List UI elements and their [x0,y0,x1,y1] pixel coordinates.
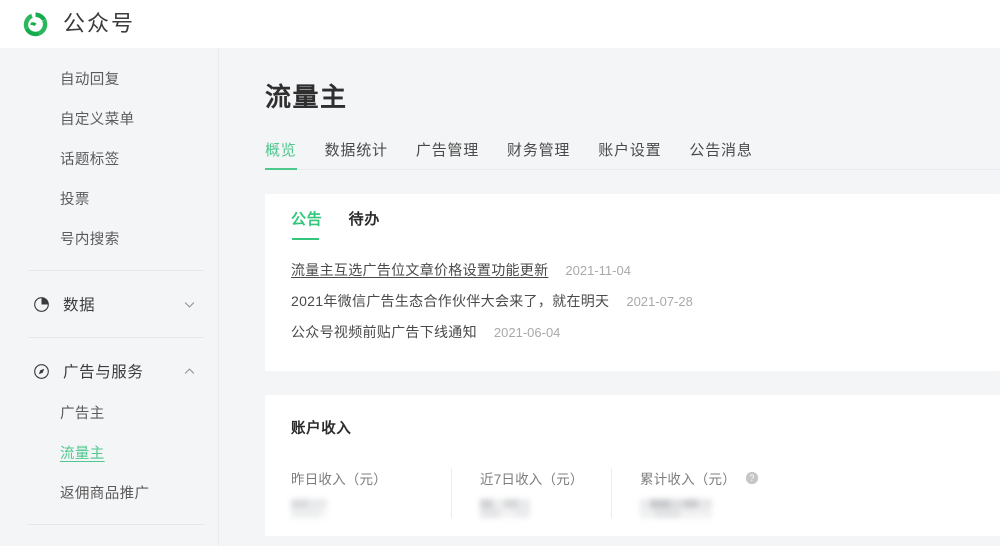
tab-overview[interactable]: 概览 [265,139,297,170]
sidebar-item-label: 投票 [60,191,90,208]
tab-label: 账户设置 [598,142,662,159]
card-tab-label: 公告 [291,211,323,228]
tab-ad-management[interactable]: 广告管理 [416,139,479,169]
sidebar-nav: 自动回复 自定义菜单 话题标签 投票 号内搜索 数据 广告与服务 广告主 流量主… [0,48,219,546]
main-content: 流量主 概览 数据统计 广告管理 财务管理 账户设置 公告消息 公告 待办 流量… [219,48,1000,546]
sidebar-group-ads-and-services[interactable]: 广告与服务 [0,350,218,392]
announcement-title[interactable]: 流量主互选广告位文章价格设置功能更新 [291,260,548,280]
chevron-down-icon[interactable] [183,298,196,311]
stat-label: 近7日收入（元） [480,468,591,488]
sidebar-item-in-account-search[interactable]: 号内搜索 [0,218,218,258]
sidebar-divider [28,337,204,338]
sidebar-divider [28,270,204,271]
card-tab-label: 待办 [348,211,381,228]
sidebar-item-label: 返佣商品推广 [60,485,150,502]
brand-logo[interactable] [21,10,50,39]
list-item[interactable]: 公众号视频前贴广告下线通知 2021-06-04 [291,322,974,353]
sidebar-item-label: 流量主 [60,445,105,462]
app-root: 公众号 自动回复 自定义菜单 话题标签 投票 号内搜索 数据 广告与服务 广告主… [0,0,1000,546]
help-circle-icon[interactable]: ? [745,471,759,485]
announcement-title[interactable]: 2021年微信广告生态合作伙伴大会来了，就在明天 [291,291,609,311]
tab-data-statistics[interactable]: 数据统计 [325,139,388,169]
stat-value-redacted [480,499,530,518]
chevron-up-icon[interactable] [183,365,196,378]
svg-text:?: ? [749,473,754,483]
sidebar-group-label: 广告与服务 [63,364,144,381]
sidebar-divider [28,524,204,525]
card-tab-todo[interactable]: 待办 [349,208,381,240]
sidebar-item-label: 自动回复 [60,71,120,88]
sidebar-item-vote[interactable]: 投票 [0,178,218,218]
stat-last-7-days-income: 近7日收入（元） [451,468,611,518]
stat-label: 累计收入（元） ? [640,468,759,488]
sidebar-item-traffic-owner[interactable]: 流量主 [0,432,218,472]
stat-label-text: 累计收入（元） [640,472,736,487]
announcement-title[interactable]: 公众号视频前贴广告下线通知 [291,322,477,342]
announcement-card-tabs: 公告 待办 [291,211,974,240]
account-income-card: 账户收入 昨日收入（元） 近7日收入（元） 累计收入（元） ? [265,395,1000,536]
stat-label-text: 昨日收入（元） [291,472,387,487]
sidebar-item-advertiser[interactable]: 广告主 [0,392,218,432]
compass-icon [34,363,49,379]
brand-name: 公众号 [63,11,136,36]
stat-value-redacted [640,499,712,518]
sidebar-item-custom-menu[interactable]: 自定义菜单 [0,98,218,138]
tab-label: 公告消息 [689,142,753,159]
tab-announcements[interactable]: 公告消息 [689,139,752,169]
tab-label: 财务管理 [507,142,571,159]
tab-label: 数据统计 [324,142,388,159]
tab-account-settings[interactable]: 账户设置 [598,139,661,169]
top-header-bar: 公众号 [0,0,1000,48]
announcement-date: 2021-11-04 [565,263,631,278]
stat-label: 昨日收入（元） [291,468,431,488]
sidebar-item-label: 广告主 [60,405,105,422]
tab-finance-management[interactable]: 财务管理 [507,139,570,169]
page-title: 流量主 [265,82,348,112]
announcement-card: 公告 待办 流量主互选广告位文章价格设置功能更新 2021-11-04 2021… [265,194,1000,371]
page-tabs: 概览 数据统计 广告管理 财务管理 账户设置 公告消息 [265,140,1000,170]
announcement-date: 2021-07-28 [626,294,693,309]
sidebar-item-label: 自定义菜单 [60,111,135,128]
stat-yesterday-income: 昨日收入（元） [291,468,451,518]
announcement-list: 流量主互选广告位文章价格设置功能更新 2021-11-04 2021年微信广告生… [291,260,974,353]
tab-label: 广告管理 [415,142,480,159]
stat-value-redacted [291,499,327,518]
sidebar-item-label: 话题标签 [60,151,120,168]
sidebar-item-auto-reply[interactable]: 自动回复 [0,58,218,98]
card-tab-announcements[interactable]: 公告 [291,208,323,240]
account-income-heading: 账户收入 [291,421,352,437]
stat-total-income: 累计收入（元） ? [611,468,771,518]
tab-label: 概览 [265,142,297,159]
sidebar-group-data[interactable]: 数据 [0,283,218,325]
sidebar-item-topic-tags[interactable]: 话题标签 [0,138,218,178]
sidebar-group-label: 数据 [63,297,96,314]
list-item[interactable]: 2021年微信广告生态合作伙伴大会来了，就在明天 2021-07-28 [291,291,974,322]
stat-label-text: 近7日收入（元） [480,472,584,487]
income-stats: 昨日收入（元） 近7日收入（元） 累计收入（元） ? [291,468,974,518]
announcement-date: 2021-06-04 [493,325,561,340]
list-item[interactable]: 流量主互选广告位文章价格设置功能更新 2021-11-04 [291,260,974,291]
sidebar-item-commission-product-promotion[interactable]: 返佣商品推广 [0,472,218,512]
wechat-official-account-logo-icon [23,12,48,36]
sidebar-item-label: 号内搜索 [60,231,120,248]
pie-chart-icon [34,296,49,312]
